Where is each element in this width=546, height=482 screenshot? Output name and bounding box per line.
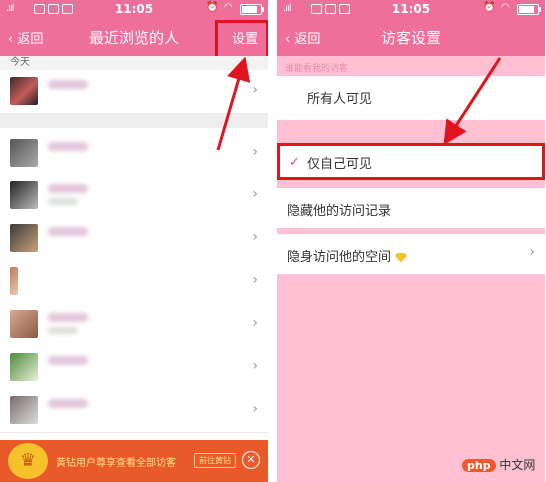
hide-records-item[interactable]: 隐藏他的访问记录 [277,188,545,229]
alarm-icon: ⏰ [483,2,496,13]
avatar [10,77,38,105]
left-phone-screen: .ııl 11:05 ⏰ ◠ ‹ 返回 最近浏览的人 设置 今天 › › › › [0,0,268,482]
visitor-name [48,184,88,193]
avatar [10,224,38,252]
watermark: php 中文网 [462,456,542,478]
wifi-icon: ◠ [501,2,510,13]
visitor-row[interactable]: › [0,217,268,261]
visitor-name [48,80,88,89]
chevron-right-icon: › [529,244,535,260]
avatar [10,310,38,338]
visitor-row[interactable]: › [0,389,268,433]
wifi-icon: ◠ [224,2,233,13]
visitor-row[interactable]: › [0,174,268,218]
battery-icon [517,4,541,15]
chevron-right-icon: › [252,272,258,288]
status-bar: .ııl 11:05 ⏰ ◠ [277,0,545,18]
alarm-icon: ⏰ [206,2,219,13]
right-phone-screen: .ııl 11:05 ⏰ ◠ ‹ 返回 访客设置 谁能看我的访客 所有人可见 ✓… [277,0,545,482]
hide-visit-label: 隐身访问他的空间 [287,246,408,265]
visitor-subtext [48,198,78,205]
visitor-name [48,356,88,365]
banner-text: 黄钻用户尊享查看全部访客 [56,458,176,469]
divider [268,0,277,482]
hide-records-label: 隐藏他的访问记录 [287,204,392,219]
section-divider [0,114,268,128]
chevron-right-icon: › [252,358,258,374]
chevron-right-icon: › [252,82,258,98]
visibility-hint: 谁能看我的访客 [285,64,349,74]
self-visible-highlight-box [277,143,545,180]
close-icon[interactable]: ✕ [242,451,260,469]
banner-action-button[interactable]: 前往黄钻 [194,453,236,468]
avatar [10,353,38,381]
chevron-right-icon: › [252,186,258,202]
avatar [10,181,38,209]
battery-icon [240,4,264,15]
avatar [10,396,38,424]
crown-icon: ♛ [8,443,48,479]
avatar [10,139,38,167]
chevron-right-icon: › [252,144,258,160]
visitor-name [48,399,88,408]
option-all-visible[interactable]: 所有人可见 [277,76,545,120]
vip-banner[interactable]: ♛ 黄钻用户尊享查看全部访客 前往黄钻 ✕ [0,440,268,482]
avatar [10,267,18,295]
nav-bar: ‹ 返回 访客设置 [277,18,545,56]
visitor-name [48,142,88,151]
visitor-subtext [48,327,78,334]
visitor-row[interactable]: › [0,132,268,176]
chevron-right-icon: › [252,315,258,331]
visitor-row[interactable]: › [0,303,268,347]
visitor-row[interactable]: › [0,260,268,304]
chevron-right-icon: › [252,229,258,245]
settings-highlight-box [215,20,268,60]
option-label: 所有人可见 [307,92,373,107]
page-title: 访客设置 [380,29,441,47]
visitor-row[interactable]: › [0,70,268,114]
chevron-right-icon: › [252,401,258,417]
diamond-icon [395,252,408,263]
visitor-name [48,313,88,322]
visitor-row[interactable]: › [0,346,268,390]
section-today: 今天 [0,56,268,70]
hide-visit-item[interactable]: 隐身访问他的空间 › [277,234,545,275]
watermark-logo: php [462,459,496,472]
visitor-name [48,227,88,236]
status-bar: .ııl 11:05 ⏰ ◠ [0,0,268,18]
watermark-text: 中文网 [499,458,536,472]
